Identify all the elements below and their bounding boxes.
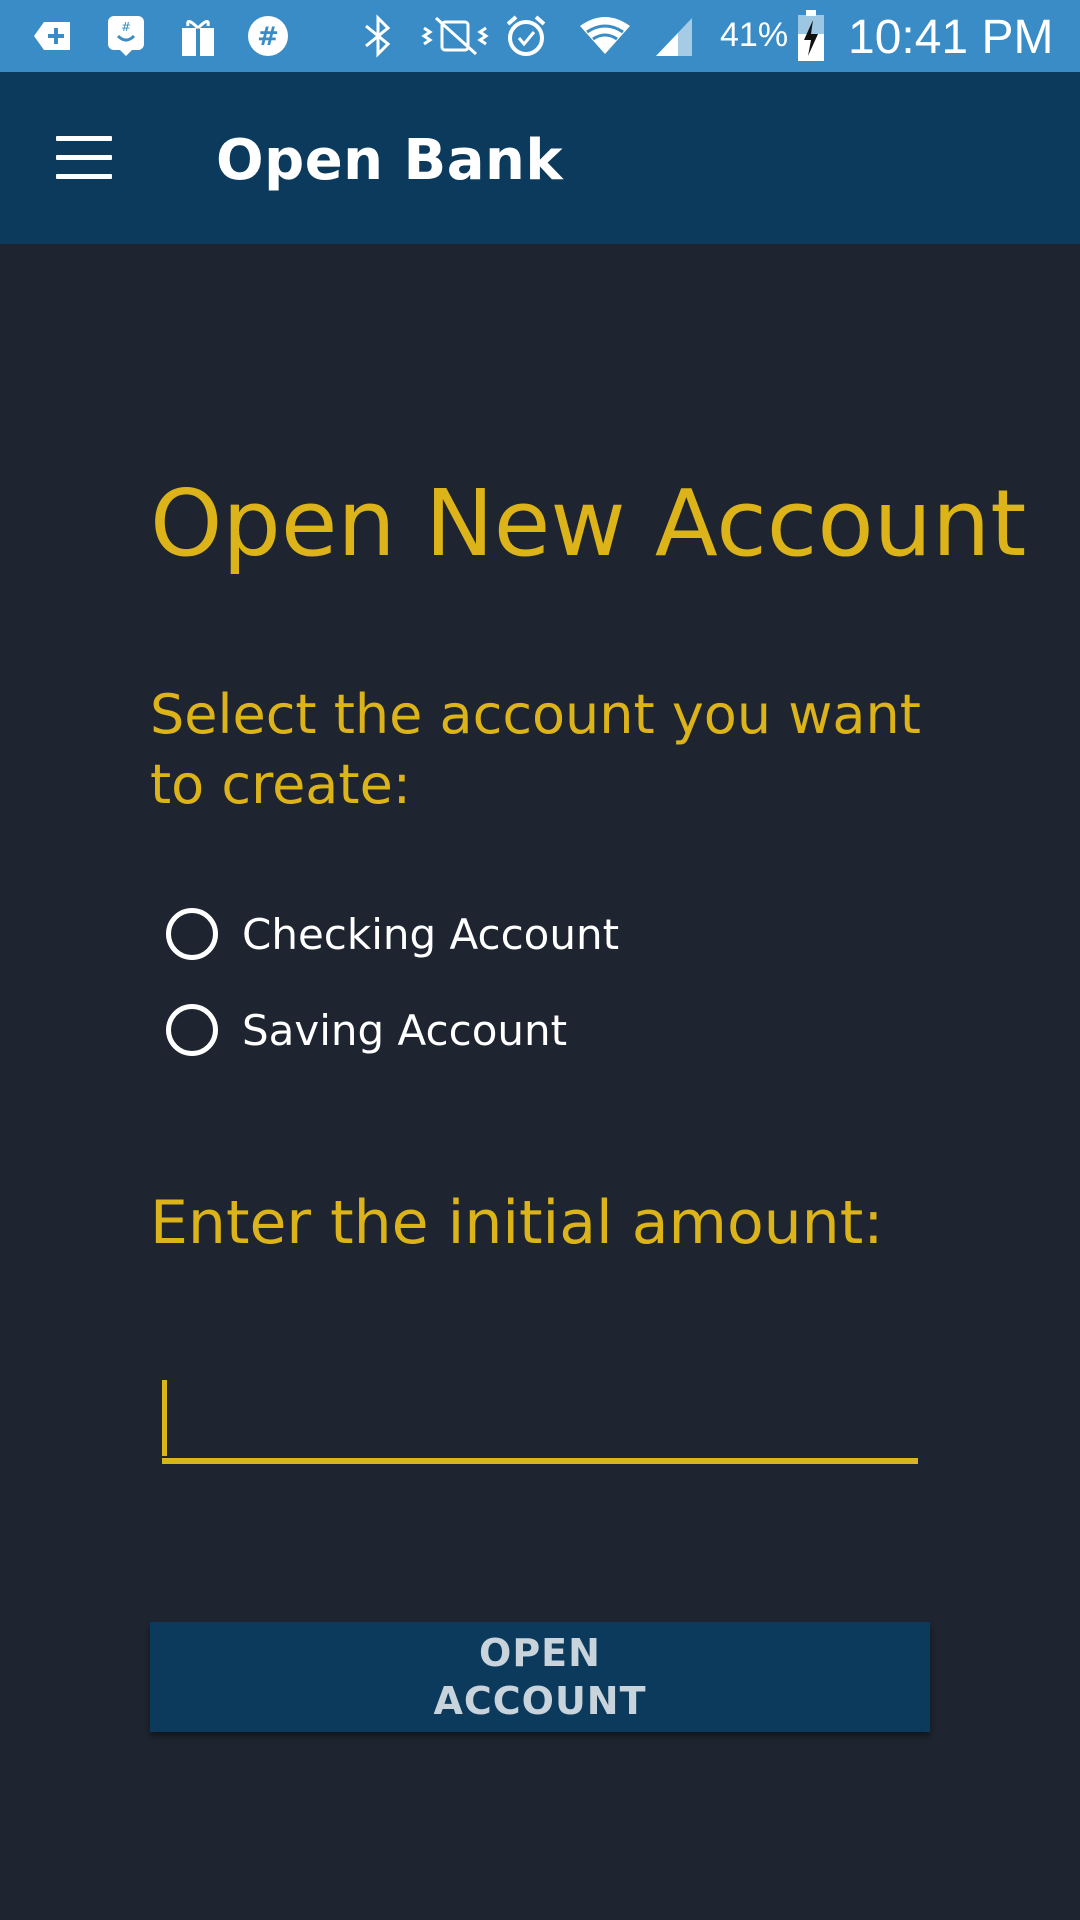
bluetooth-icon bbox=[365, 14, 391, 58]
svg-text:#: # bbox=[257, 22, 279, 52]
alarm-icon bbox=[506, 15, 546, 56]
radio-circle-icon[interactable] bbox=[166, 908, 218, 960]
amount-prompt: Enter the initial amount: bbox=[150, 1188, 884, 1258]
assistant-icon: # bbox=[108, 16, 144, 56]
status-bar: # # 41% 10:41 PM bbox=[0, 0, 1080, 72]
radio-label[interactable]: Checking Account bbox=[242, 910, 619, 959]
gift-icon bbox=[182, 20, 214, 56]
radio-circle-icon[interactable] bbox=[166, 1004, 218, 1056]
open-account-button[interactable]: OPEN ACCOUNT bbox=[150, 1622, 930, 1732]
radio-checking-account[interactable]: Checking Account bbox=[166, 902, 619, 966]
amount-input[interactable] bbox=[162, 1372, 918, 1464]
svg-text:#: # bbox=[121, 20, 131, 34]
wifi-icon bbox=[580, 17, 630, 54]
vibrate-icon bbox=[421, 16, 489, 56]
slack-icon: # bbox=[248, 16, 288, 56]
battery-charging-icon bbox=[798, 10, 824, 61]
app-title: Open Bank bbox=[216, 128, 564, 193]
signal-icon bbox=[656, 18, 692, 56]
hamburger-menu-icon[interactable] bbox=[40, 122, 128, 194]
plus-icon bbox=[34, 22, 70, 50]
open-account-button-label[interactable]: OPEN ACCOUNT bbox=[410, 1629, 670, 1725]
radio-label[interactable]: Saving Account bbox=[242, 1006, 567, 1055]
radio-saving-account[interactable]: Saving Account bbox=[166, 998, 567, 1062]
battery-percent: 41% bbox=[720, 16, 789, 54]
page-title: Open New Account bbox=[150, 470, 1027, 577]
account-type-prompt: Select the account you want to create: bbox=[150, 683, 921, 816]
clock: 10:41 PM bbox=[848, 11, 1054, 64]
text-cursor bbox=[162, 1380, 167, 1456]
app-bar: Open Bank bbox=[0, 72, 1080, 244]
